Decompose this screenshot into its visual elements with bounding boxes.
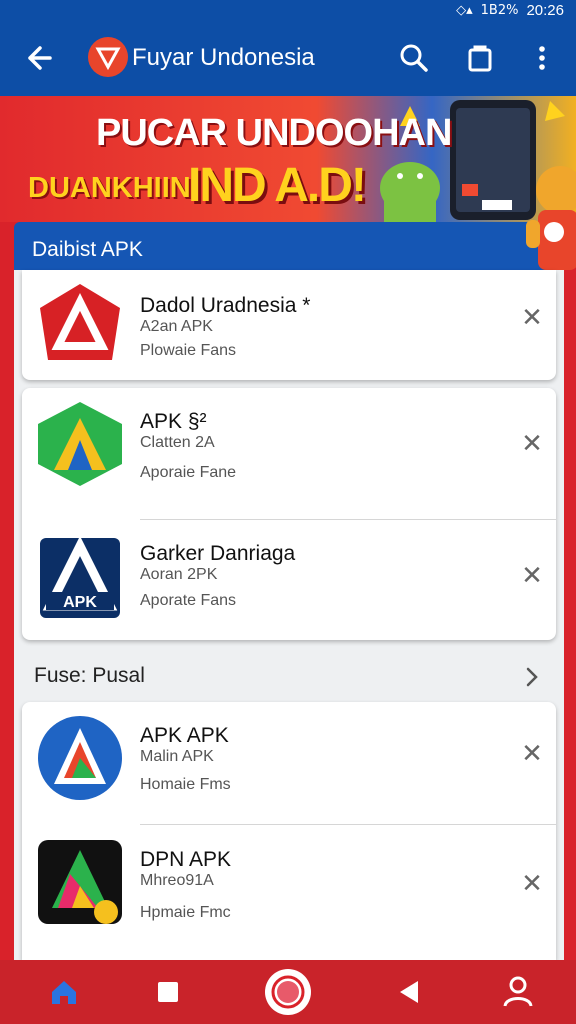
app-subtitle: Clatten 2A (140, 434, 215, 451)
app-subtitle: A2an APK (140, 318, 213, 335)
app-meta: Aporate Fans (140, 592, 237, 609)
app-logo (88, 37, 128, 77)
app-bar: Fuyar Undonesia (0, 20, 576, 96)
app-card: APK APK Malin APK Homaie Fms ✕ DPN APK M… (22, 702, 556, 960)
triangle-back-icon[interactable] (388, 970, 432, 1014)
status-time: 20:26 (526, 1, 564, 19)
chevron-right-icon[interactable] (520, 664, 544, 690)
arrow-left-icon (28, 46, 52, 70)
square-icon[interactable] (146, 970, 190, 1014)
app-icon-red-triangle (40, 284, 120, 360)
close-icon[interactable]: ✕ (520, 431, 544, 457)
app-card: APK §² Clatten 2A Aporaie Fane ✕ APK Gar… (22, 388, 556, 640)
app-icon-blue-circle (38, 716, 122, 800)
search-button[interactable] (396, 40, 432, 76)
close-icon[interactable]: ✕ (520, 871, 544, 897)
banner-headline: PUCAR UNDOOHAN (96, 112, 452, 154)
close-icon[interactable]: ✕ (520, 741, 544, 767)
circle-icon[interactable] (262, 966, 314, 1018)
battery-text: 1B2% (480, 2, 519, 18)
svg-text:APK: APK (63, 594, 97, 611)
app-card: Dadol Uradnesia * A2an APK Plowaie Fans … (22, 270, 556, 380)
bottom-nav (0, 960, 576, 1024)
app-name: APK §² (140, 410, 207, 433)
app-subtitle: Mhreo91A (140, 872, 214, 889)
app-subtitle: Aoran 2PK (140, 566, 218, 583)
more-options-button[interactable] (524, 40, 560, 76)
section-title: Daibist APK (32, 238, 143, 261)
app-row[interactable]: Dadol Uradnesia * A2an APK Plowaie Fans … (22, 270, 556, 394)
promo-banner[interactable]: PUCAR UNDOOHAN DUANKHIIN IND A.D! (0, 96, 576, 222)
wifi-signal-icon: ◇▴ (456, 2, 473, 18)
app-row[interactable]: APK §² Clatten 2A Aporaie Fane ✕ (22, 388, 556, 512)
app-icon-green-triangle (38, 402, 122, 486)
app-meta: Plowaie Fans (140, 342, 237, 359)
app-name: APK APK (140, 724, 229, 747)
divider (140, 824, 556, 825)
app-name: Dadol Uradnesia * (140, 294, 311, 317)
user-icon[interactable] (496, 970, 540, 1014)
close-icon[interactable]: ✕ (520, 563, 544, 589)
close-icon[interactable]: ✕ (520, 305, 544, 331)
app-subtitle: Malin APK (140, 748, 214, 765)
app-logo-icon (89, 38, 127, 76)
home-icon[interactable] (42, 970, 86, 1014)
banner-subline: DUANKHIIN (28, 172, 191, 204)
app-row[interactable]: APK Garker Danriaga Aoran 2PK Aporate Fa… (22, 520, 556, 644)
app-row[interactable]: DPN APK Mhreo91A Hpmaie Fmc ✕ (22, 826, 556, 950)
app-name: DPN APK (140, 848, 232, 871)
app-meta: Homaie Fms (140, 776, 231, 793)
app-name: Garker Danriaga (140, 542, 296, 565)
app-meta: Aporaie Fane (140, 464, 237, 481)
status-bar: ◇▴ 1B2% 20:26 (0, 0, 576, 20)
app-meta: Hpmaie Fmc (140, 904, 231, 921)
app-icon-apk-blue: APK (40, 535, 120, 618)
bag-button[interactable] (462, 40, 498, 76)
banner-highlight: IND A.D! (188, 159, 367, 212)
more-vert-icon (539, 46, 545, 70)
app-title: Fuyar Undonesia (132, 44, 315, 71)
app-row[interactable]: APK APK Malin APK Homaie Fms ✕ (22, 702, 556, 826)
section-title: Fuse: Pusal (34, 664, 145, 687)
shopping-bag-icon (468, 45, 492, 72)
search-icon (400, 44, 428, 72)
section-header-daibist: Daibist APK (14, 222, 558, 270)
app-icon-dark (38, 840, 122, 924)
back-button[interactable] (22, 42, 58, 74)
